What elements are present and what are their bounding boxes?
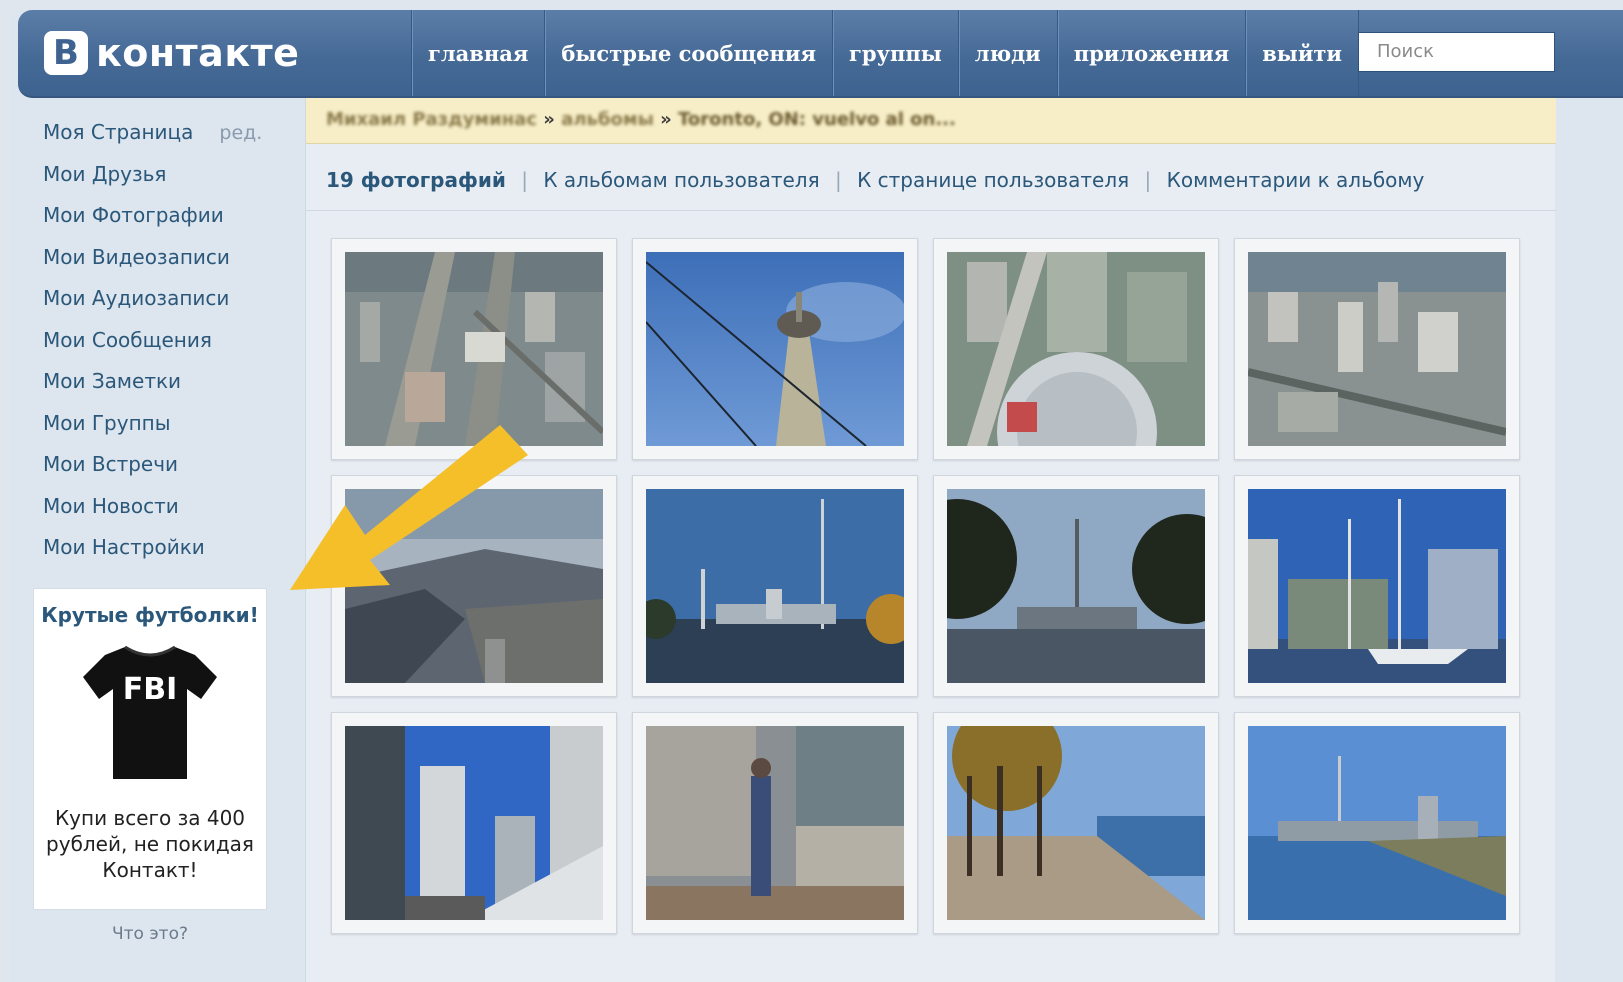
skyline-across-water-image (646, 489, 904, 683)
logo-text: контакте (96, 31, 300, 75)
photo-thumb[interactable] (933, 238, 1219, 460)
breadcrumb-separator: » (660, 109, 672, 130)
nav-logout[interactable]: выйти (1245, 10, 1360, 96)
divider (306, 210, 1556, 211)
top-nav: главная быстрые сообщения группы люди пр… (411, 10, 1360, 96)
tshirt-image[interactable]: FBI (75, 637, 225, 787)
nav-people[interactable]: люди (957, 10, 1057, 96)
sidebar-item-news[interactable]: Мои Новости (43, 494, 262, 536)
harbour-sailboats-image (1248, 489, 1506, 683)
ad-title[interactable]: Крутые футболки! (34, 603, 266, 627)
photo-thumb[interactable] (1234, 712, 1520, 934)
sidebar-item-my-page[interactable]: Моя Страница ред. (43, 120, 262, 162)
nav-quick-messages[interactable]: быстрые сообщения (544, 10, 832, 96)
sidebar: Моя Страница ред. Мои Друзья Мои Фотограф… (10, 98, 302, 982)
breadcrumb-albums-link[interactable]: альбомы (561, 109, 654, 130)
sidebar-item-photos[interactable]: Мои Фотографии (43, 203, 262, 245)
skyline-dusk-trees-image (947, 489, 1205, 683)
lakeside-path-autumn-image (947, 726, 1205, 920)
sidebar-item-notes[interactable]: Мои Заметки (43, 369, 262, 411)
breadcrumb-current: Toronto, ON: vuelvo al on... (678, 109, 956, 130)
edit-link[interactable]: ред. (219, 122, 262, 144)
photo-thumb[interactable] (933, 475, 1219, 697)
photo-thumb[interactable] (933, 712, 1219, 934)
link-user-page[interactable]: К странице пользователя (857, 168, 1129, 192)
photo-thumb[interactable] (1234, 475, 1520, 697)
sidebar-item-messages[interactable]: Мои Сообщения (43, 328, 262, 370)
nav-home[interactable]: главная (411, 10, 544, 96)
ad-what-is-this-link[interactable]: Что это? (33, 924, 267, 944)
ad-text: Купи всего за 400 рублей, не покидая Кон… (46, 806, 254, 882)
link-user-albums[interactable]: К альбомам пользователя (543, 168, 819, 192)
vkontakte-logo[interactable]: В контакте (44, 30, 299, 76)
top-header: В контакте главная быстрые сообщения гру… (18, 10, 1623, 98)
sidebar-item-audio[interactable]: Мои Аудиозаписи (43, 286, 262, 328)
skyline-from-shore-image (1248, 726, 1506, 920)
yellow-arrow-annotation (290, 425, 528, 590)
condo-towers-street-image (345, 726, 603, 920)
album-tabs: 19 фотографий | К альбомам пользователя … (326, 168, 1425, 192)
sidebar-ad[interactable]: Крутые футболки! FBI Купи всего за 400 р… (33, 588, 267, 910)
sidebar-item-settings[interactable]: Мои Настройки (43, 535, 262, 577)
sidebar-item-friends[interactable]: Мои Друзья (43, 162, 262, 204)
logo-letter: В (44, 31, 88, 75)
photo-thumb[interactable] (331, 712, 617, 934)
breadcrumb-separator: » (543, 109, 555, 130)
photo-thumb[interactable] (1234, 238, 1520, 460)
breadcrumb-user-link[interactable]: Михаил Раздуминас (326, 109, 537, 130)
breadcrumb: Михаил Раздуминас » альбомы » Toronto, O… (306, 98, 1556, 144)
search-input[interactable]: Поиск (1358, 32, 1555, 72)
sidebar-item-groups[interactable]: Мои Группы (43, 411, 262, 453)
aerial-tower-top-view-image (947, 252, 1205, 446)
person-by-wall-image (646, 726, 904, 920)
tshirt-text: FBI (123, 672, 178, 707)
sidebar-menu: Моя Страница ред. Мои Друзья Мои Фотограф… (43, 120, 262, 577)
sidebar-item-label: Моя Страница (43, 120, 194, 144)
nav-groups[interactable]: группы (832, 10, 958, 96)
sidebar-item-events[interactable]: Мои Встречи (43, 452, 262, 494)
photo-thumb[interactable] (632, 712, 918, 934)
photo-count: 19 фотографий (326, 168, 506, 192)
photo-thumb[interactable] (632, 475, 918, 697)
aerial-city-grid-image (345, 252, 603, 446)
page: В контакте главная быстрые сообщения гру… (10, 10, 1623, 982)
sidebar-item-videos[interactable]: Мои Видеозаписи (43, 245, 262, 287)
aerial-downtown-image (1248, 252, 1506, 446)
link-album-comments[interactable]: Комментарии к альбому (1167, 168, 1425, 192)
cn-tower-from-base-image (646, 252, 904, 446)
photo-thumb[interactable] (632, 238, 918, 460)
nav-apps[interactable]: приложения (1056, 10, 1245, 96)
